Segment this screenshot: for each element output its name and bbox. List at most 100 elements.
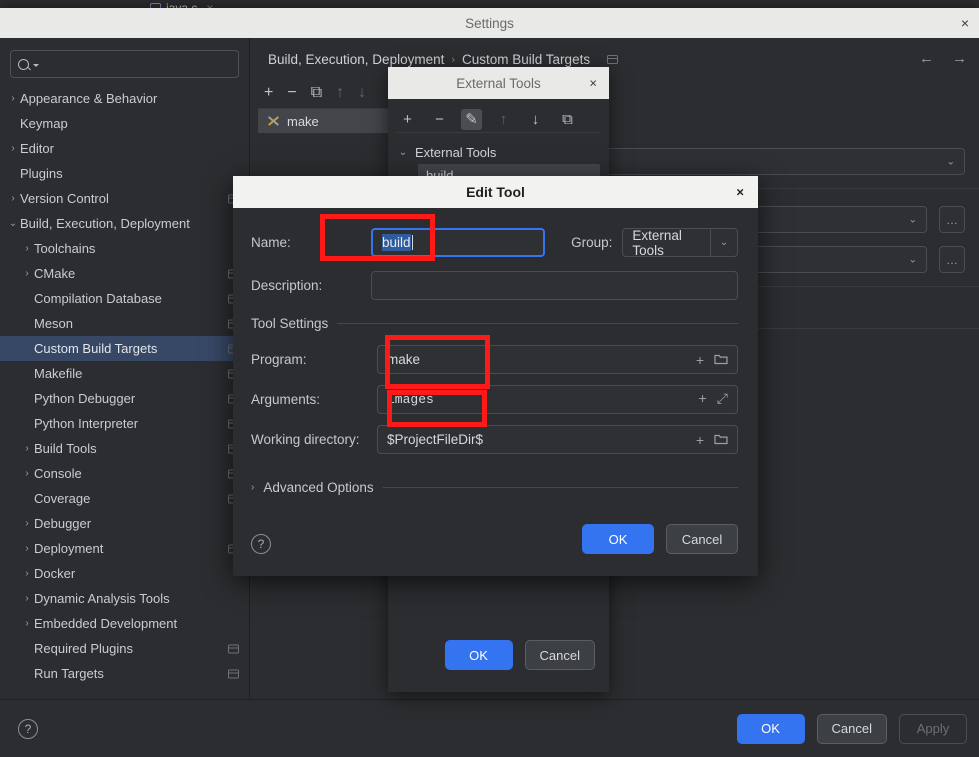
list-item[interactable]: make [258,109,393,133]
chevron-right-icon[interactable]: › [20,618,34,629]
forward-arrow-icon[interactable]: → [952,50,967,67]
edit-tool-cancel-button[interactable]: Cancel [666,524,738,554]
program-field-actions: + [696,352,728,368]
custom-build-targets-toolbar: + − ⧉ ↑ ↓ [254,80,366,106]
external-tools-ok-button[interactable]: OK [444,640,513,670]
chevron-right-icon[interactable]: › [20,518,34,529]
chevron-right-icon[interactable]: › [20,468,34,479]
divider [337,323,738,324]
sidebar-item-required-plugins[interactable]: Required Plugins [0,636,249,661]
add-target-button[interactable]: + [264,85,273,101]
working-directory-field-actions: + [696,432,728,448]
chevron-down-icon: ⌄ [908,214,917,225]
sidebar-item-debugger[interactable]: › Debugger [0,511,249,536]
edit-tool-ok-button[interactable]: OK [582,524,654,554]
sidebar-item-docker[interactable]: › Docker [0,561,249,586]
working-directory-input[interactable]: $ProjectFileDir$ + [377,425,738,454]
move-down-button[interactable]: ↓ [525,109,546,130]
chevron-right-icon[interactable]: › [20,543,34,554]
sidebar-item-python-interpreter[interactable]: Python Interpreter [0,411,249,436]
folder-icon[interactable] [714,432,728,448]
advanced-options-section[interactable]: › Advanced Options [251,480,738,495]
edit-tool-content: Name: build Group: External Tools ⌄ Desc… [233,208,758,576]
expand-icon[interactable]: ⤢ [717,392,728,408]
chevron-down-icon[interactable]: ⌄ [6,218,20,229]
remove-target-button[interactable]: − [287,85,296,101]
chevron-right-icon[interactable]: › [6,93,20,104]
sidebar-item-label: Keymap [20,116,68,131]
sidebar-item-label: Meson [34,316,74,331]
external-tools-cancel-button[interactable]: Cancel [524,640,595,670]
close-icon[interactable]: × [589,76,597,91]
sidebar-item-deployment[interactable]: › Deployment [0,536,249,561]
page-title: Settings [465,15,514,31]
help-icon[interactable]: ? [18,718,38,739]
search-box[interactable] [10,50,239,78]
chevron-down-icon[interactable]: ⌄ [397,147,409,158]
sidebar-item-makefile[interactable]: Makefile [0,361,249,386]
insert-macro-icon[interactable]: + [696,352,704,368]
sidebar-item-build-tools[interactable]: › Build Tools [0,436,249,461]
remove-tool-button[interactable]: − [429,109,450,130]
back-arrow-icon[interactable]: ← [919,50,934,67]
sidebar-item-cmake[interactable]: › CMake [0,261,249,286]
insert-macro-icon[interactable]: + [696,432,704,448]
sidebar-item-dynamic-analysis-tools[interactable]: › Dynamic Analysis Tools [0,586,249,611]
chevron-right-icon[interactable]: › [20,443,34,454]
working-directory-label: Working directory: [251,432,360,447]
chevron-right-icon[interactable]: › [6,143,20,154]
chevron-right-icon[interactable]: › [251,482,254,493]
sidebar-item-version-control[interactable]: › Version Control [0,186,249,211]
sidebar-item-coverage[interactable]: Coverage [0,486,249,511]
sidebar-item-build-execution-deployment[interactable]: ⌄ Build, Execution, Deployment [0,211,249,236]
sidebar-item-meson[interactable]: Meson [0,311,249,336]
chevron-right-icon[interactable]: › [20,568,34,579]
chevron-right-icon[interactable]: › [20,593,34,604]
tree-group-label: External Tools [415,144,497,160]
insert-macro-icon[interactable]: + [698,392,706,408]
chevron-down-icon[interactable]: ⌄ [710,229,737,256]
chevron-down-icon[interactable] [33,64,39,67]
tree-group-external-tools[interactable]: ⌄ External Tools [397,140,600,164]
folder-icon[interactable] [714,352,728,368]
group-select[interactable]: External Tools ⌄ [622,228,738,258]
settings-ok-button[interactable]: OK [736,713,805,744]
sidebar-item-custom-build-targets[interactable]: Custom Build Targets [0,336,249,361]
sidebar-item-editor[interactable]: › Editor [0,136,249,161]
close-icon[interactable]: × [961,16,969,30]
target-label: make [287,113,319,129]
browse-button-1[interactable]: … [939,206,965,233]
sidebar-item-embedded-development[interactable]: › Embedded Development [0,611,249,636]
close-icon[interactable]: × [736,185,744,200]
dialog-title: Edit Tool [466,184,525,200]
sidebar-item-python-debugger[interactable]: Python Debugger [0,386,249,411]
search-input[interactable] [43,57,231,71]
edit-tool-button[interactable]: ✎ [461,108,482,130]
sidebar-item-plugins[interactable]: Plugins [0,161,249,186]
chevron-right-icon[interactable]: › [20,268,34,279]
description-input[interactable] [371,271,738,300]
sidebar-item-label: Embedded Development [34,616,178,631]
breadcrumb-root[interactable]: Build, Execution, Deployment [268,52,444,67]
sidebar-item-appearance-behavior[interactable]: › Appearance & Behavior [0,86,249,111]
copy-tool-button[interactable]: ⧉ [557,109,578,130]
sidebar-item-compilation-database[interactable]: Compilation Database [0,286,249,311]
project-scope-icon [228,669,239,678]
sidebar-item-console[interactable]: › Console [0,461,249,486]
sidebar-item-keymap[interactable]: Keymap [0,111,249,136]
name-input[interactable]: build [371,228,546,257]
external-tools-button-bar: OK Cancel [444,640,595,670]
arguments-input[interactable]: images + ⤢ [377,385,738,414]
settings-cancel-button[interactable]: Cancel [816,713,887,744]
chevron-right-icon[interactable]: › [20,243,34,254]
tool-settings-section-header: Tool Settings [251,316,738,331]
help-icon[interactable]: ? [251,534,271,554]
sidebar-item-toolchains[interactable]: › Toolchains [0,236,249,261]
copy-target-button[interactable]: ⧉ [311,85,322,101]
sidebar-item-label: Makefile [34,366,83,381]
sidebar-item-run-targets[interactable]: Run Targets [0,661,249,686]
program-input[interactable]: make + [377,345,738,374]
add-tool-button[interactable]: + [397,109,418,130]
chevron-right-icon[interactable]: › [6,193,20,204]
browse-button-2[interactable]: … [939,246,965,273]
